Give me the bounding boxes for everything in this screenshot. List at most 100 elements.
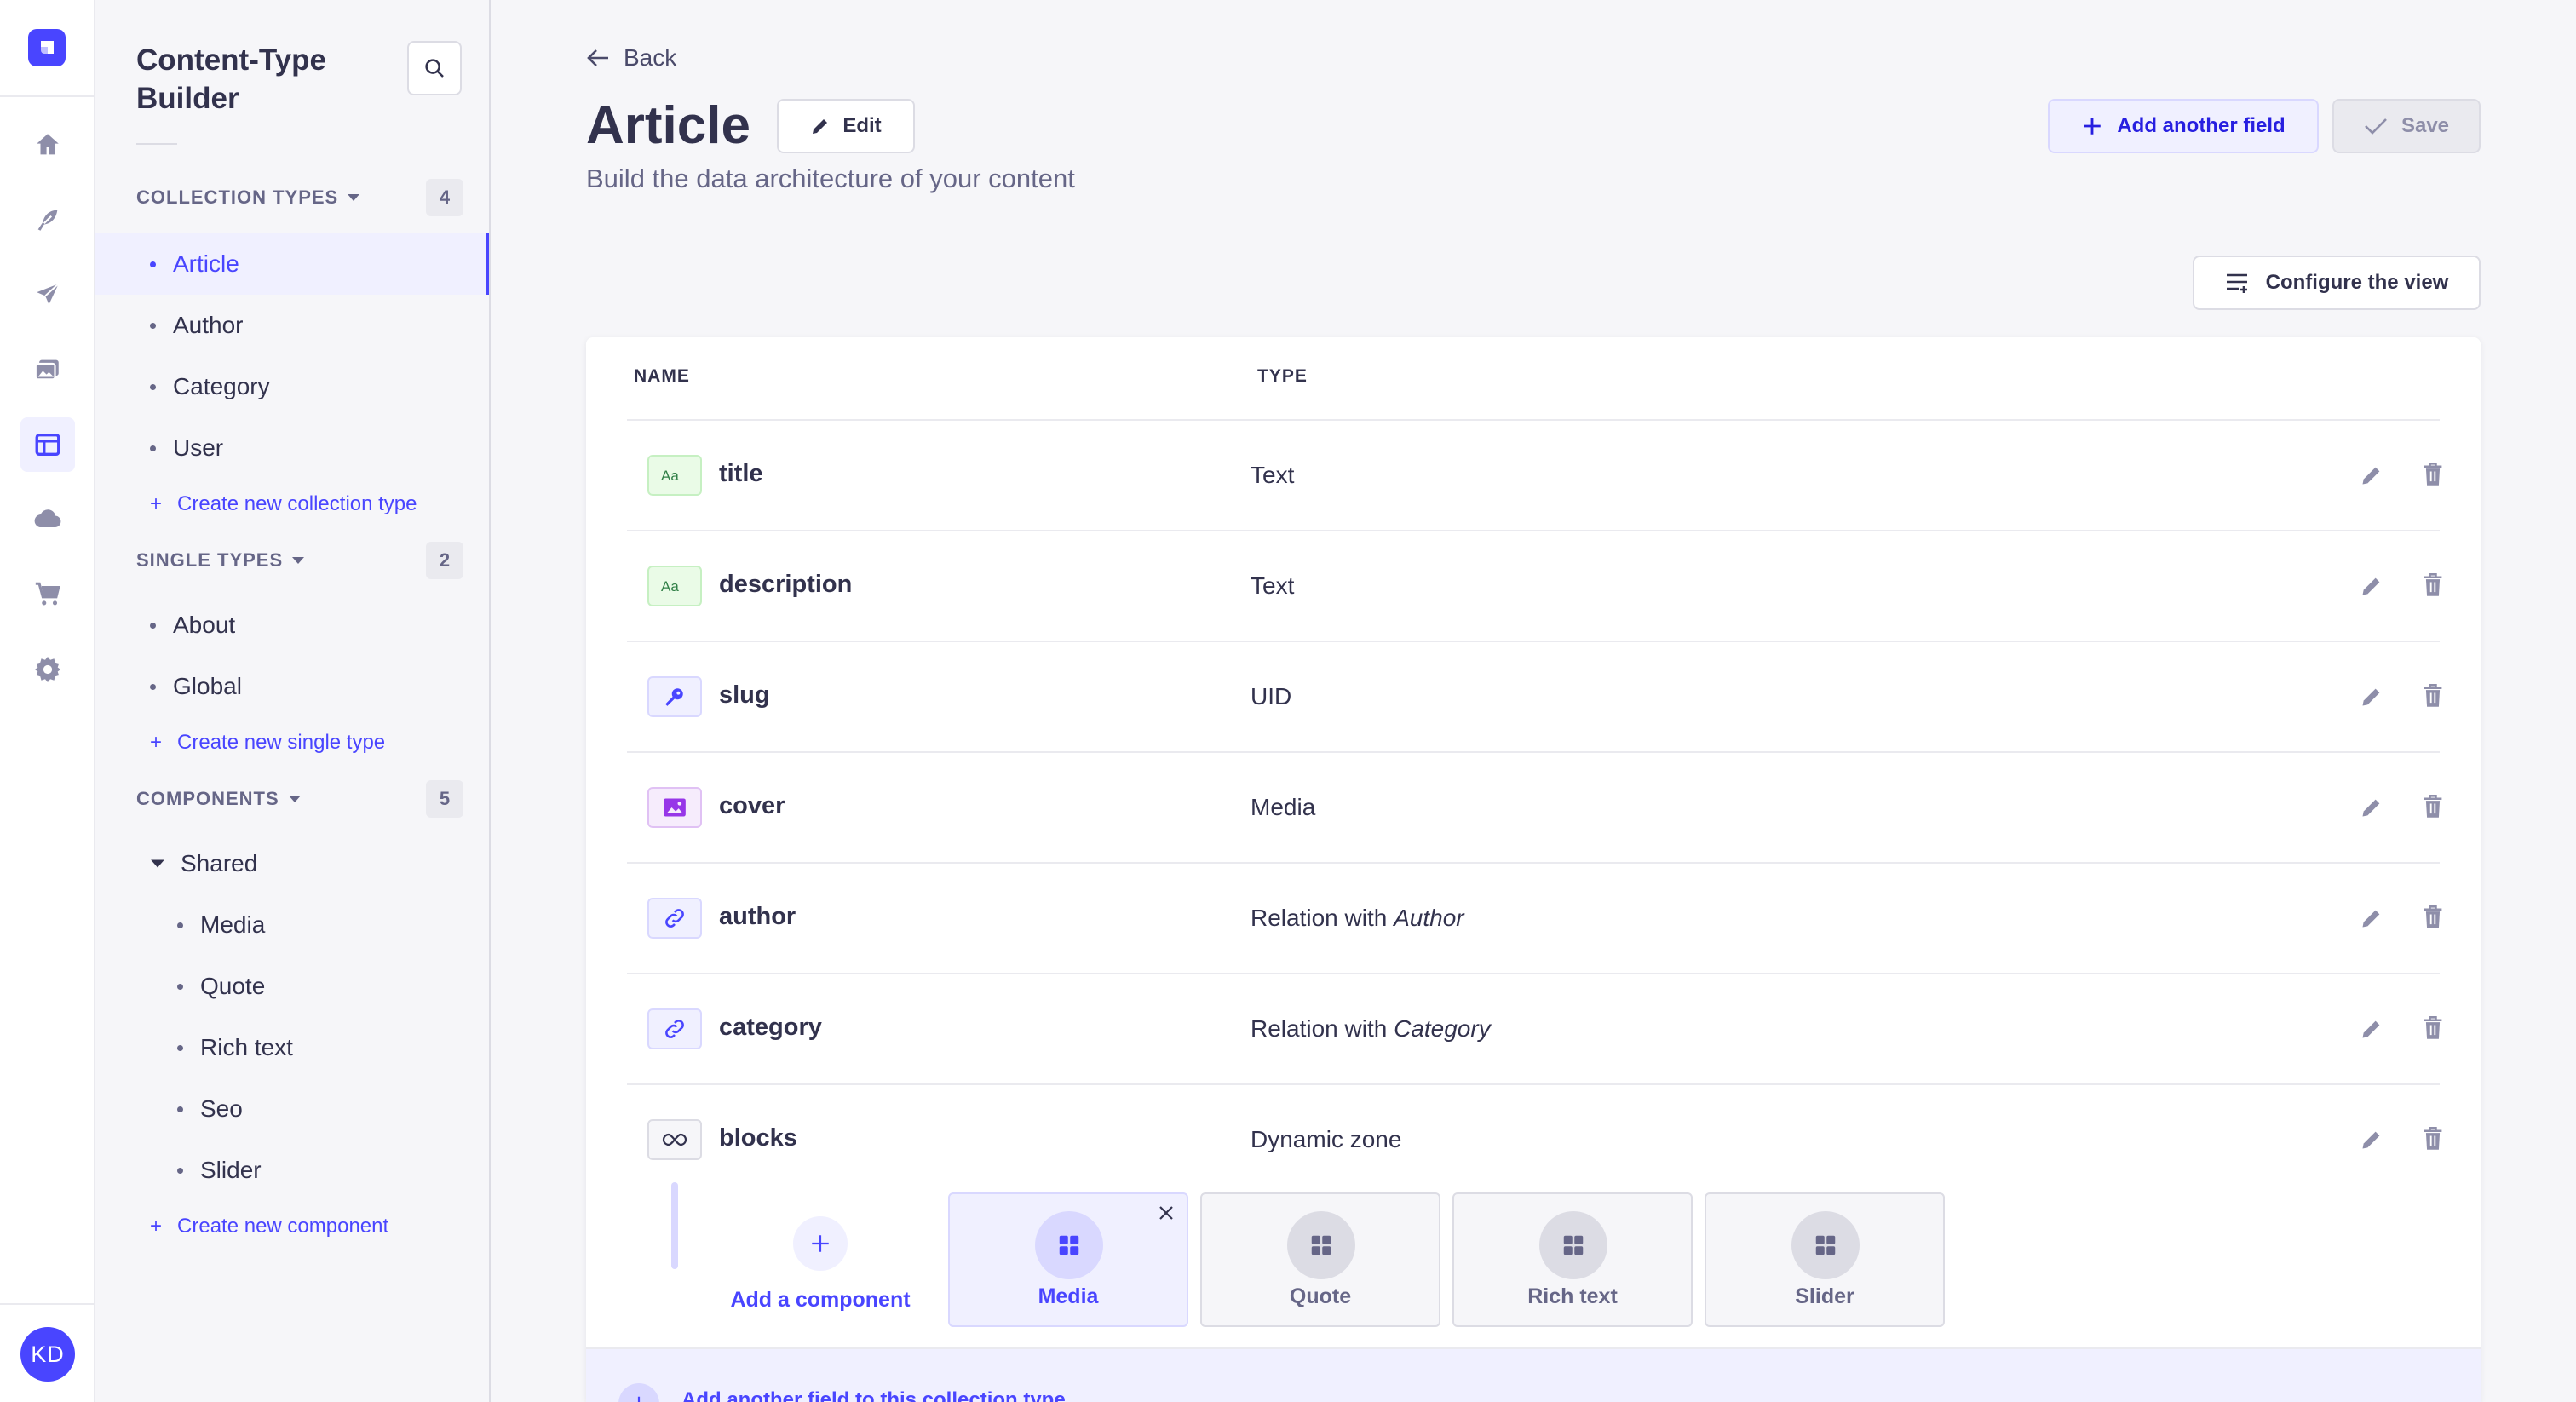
field-type-label: Text [1251,572,1295,599]
field-type-label: UID [1251,683,1292,710]
components-count: 5 [426,780,463,818]
trash-icon[interactable] [2421,1126,2445,1152]
nav-item-media[interactable]: Media [95,894,489,956]
gear-icon[interactable] [20,642,75,697]
field-type: Media [1251,794,1315,821]
trash-icon[interactable] [2421,683,2445,709]
trash-icon[interactable] [2421,794,2445,819]
pencil-icon[interactable] [2360,906,2383,930]
cart-icon[interactable] [20,567,75,622]
field-type: Text [1251,572,1294,600]
layout-icon[interactable] [20,417,75,472]
page-title: Article [586,96,750,155]
nav-item-rich-text[interactable]: Rich text [95,1017,489,1078]
trash-icon[interactable] [2421,572,2445,598]
nav-item-category[interactable]: Category [95,356,489,417]
pencil-icon[interactable] [2360,796,2383,819]
nav-item-seo[interactable]: Seo [95,1078,489,1140]
table-row: cover Media [627,751,2442,862]
pencil-icon[interactable] [2360,685,2383,709]
add-component-label: Add a component [730,1288,911,1312]
nav-item-global[interactable]: Global [95,656,489,717]
field-type: UID [1251,683,1291,710]
components-header[interactable]: COMPONENTS 5 [136,780,463,818]
cloud-icon[interactable] [20,492,75,547]
collection-types-header[interactable]: COLLECTION TYPES 4 [136,179,463,216]
nav-item-user[interactable]: User [95,417,489,479]
component-name: Rich text [1527,1284,1618,1308]
create-link-label: Create new collection type [177,492,417,515]
strapi-logo-icon[interactable] [28,29,66,66]
nav-item-author[interactable]: Author [95,295,489,356]
home-icon[interactable] [20,118,75,172]
grid-icon [1539,1211,1607,1279]
create-collection-type-link[interactable]: + Create new collection type [150,487,417,521]
pencil-icon[interactable] [2360,1128,2383,1152]
nav-item-label: Media [200,911,266,938]
save-button[interactable]: Save [2332,99,2481,153]
pencil-icon[interactable] [2360,574,2383,598]
grid-icon [1035,1211,1103,1279]
media-library-icon[interactable] [20,342,75,397]
create-link-label: Create new single type [177,731,386,754]
pencil-icon [813,119,828,134]
field-type-label: Text [1251,462,1295,488]
trash-icon[interactable] [2421,905,2445,930]
edit-button[interactable]: Edit [777,99,915,153]
svg-text:Aa: Aa [661,468,679,484]
component-tile-slider[interactable]: Slider [1705,1192,1945,1327]
close-icon[interactable] [1158,1204,1175,1221]
svg-text:Aa: Aa [661,578,679,595]
feather-icon[interactable] [20,192,75,247]
pencil-icon[interactable] [2360,463,2383,487]
field-type: Relation with Author [1251,905,1464,932]
component-name: Media [1038,1284,1099,1308]
add-field-to-collection-button[interactable]: Add another field to this collection typ… [586,1347,2481,1402]
single-types-header[interactable]: SINGLE TYPES 2 [136,542,463,579]
check-icon [2365,118,2387,135]
table-row: Aa title Text [627,419,2442,530]
subnav-search-button[interactable] [407,41,462,95]
field-name: blocks [719,1124,797,1152]
nav-group-label: Shared [181,850,258,876]
text-icon: Aa [647,566,702,606]
create-single-type-link[interactable]: + Create new single type [150,726,385,760]
nav-item-article[interactable]: Article [95,233,489,295]
table-row: category Relation with Category [627,973,2442,1083]
user-avatar[interactable]: KD [20,1327,75,1382]
create-component-link[interactable]: + Create new component [150,1210,388,1244]
grid-icon [1287,1211,1355,1279]
nav-item-about[interactable]: About [95,595,489,656]
avatar-initials: KD [31,1341,65,1367]
nav-item-label: User [173,434,224,461]
back-link[interactable]: Back [586,41,676,75]
nav-item-label: Slider [200,1157,262,1183]
single-types-label: SINGLE TYPES [136,549,284,571]
components-label: COMPONENTS [136,788,279,809]
nav-item-label: Rich text [200,1034,293,1060]
pencil-icon[interactable] [2360,1017,2383,1041]
component-tile-rich-text[interactable]: Rich text [1452,1192,1693,1327]
plus-icon: + [150,1215,163,1238]
nav-item-quote[interactable]: Quote [95,956,489,1017]
component-tile-quote[interactable]: Quote [1200,1192,1440,1327]
add-another-field-button[interactable]: Add another field [2048,99,2319,153]
nav-group-shared[interactable]: Shared [95,833,489,894]
grid-icon [1791,1211,1860,1279]
field-type: Relation with Category [1251,1015,1491,1043]
field-name: title [719,460,763,487]
text-icon: Aa [647,455,702,496]
configure-view-button[interactable]: Configure the view [2193,256,2481,310]
column-header-type: TYPE [1257,366,1308,386]
paper-plane-icon[interactable] [20,267,75,322]
trash-icon[interactable] [2421,462,2445,487]
trash-icon[interactable] [2421,1015,2445,1041]
component-tile-media[interactable]: Media [948,1192,1188,1327]
add-component-button[interactable]: Add a component [722,1216,918,1313]
nav-item-slider[interactable]: Slider [95,1140,489,1201]
nav-item-label: Author [173,312,244,338]
edit-label: Edit [842,114,882,137]
nav-item-label: Article [173,250,239,277]
plus-icon [2084,118,2102,135]
add-field-to-collection-label: Add another field to this collection typ… [681,1388,1066,1402]
